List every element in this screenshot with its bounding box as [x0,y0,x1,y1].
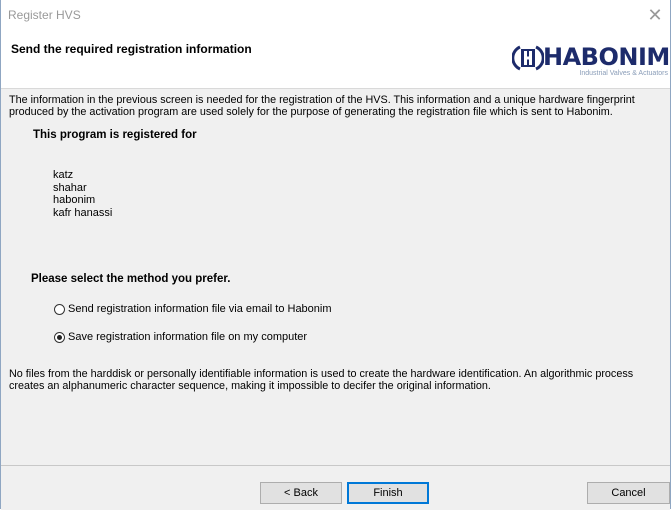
intro-text: The information in the previous screen i… [9,94,635,118]
back-button[interactable]: < Back [260,482,342,504]
method-heading: Please select the method you prefer. [31,273,231,285]
habonim-logo-icon [512,45,544,71]
wizard-footer: < Back Finish Cancel [1,465,670,510]
registered-item: katz [53,169,74,181]
wizard-content: The information in the previous screen i… [1,89,670,465]
logo-tagline: Industrial Valves & Actuators [579,70,668,77]
close-icon[interactable]: ✕ [640,0,670,30]
registered-list: katz shahar habonim kafr hanassi [53,169,112,219]
window-title: Register HVS [8,8,81,22]
habonim-logo: HABONIM Industrial Valves & Actuators [508,43,670,78]
title-bar[interactable]: Register HVS ✕ [1,0,670,30]
option-save-file[interactable]: Save registration information file on my… [54,329,307,345]
registered-item: habonim [53,194,96,206]
logo-name: HABONIM [543,43,670,71]
radio-save-file[interactable] [54,331,65,343]
registered-heading: This program is registered for [33,129,197,141]
option-send-email[interactable]: Send registration information file via e… [54,301,332,317]
radio-send-email[interactable] [54,303,65,315]
register-dialog: Register HVS ✕ Send the required registr… [0,0,671,510]
cancel-button[interactable]: Cancel [587,482,670,504]
option-send-email-label[interactable]: Send registration information file via e… [68,303,332,315]
registered-item: kafr hanassi [53,206,113,219]
privacy-note: No files from the harddisk or personally… [9,368,634,392]
page-title: Send the required registration informati… [11,42,252,56]
registered-item: shahar [53,181,87,194]
option-save-file-label[interactable]: Save registration information file on my… [68,331,307,343]
finish-button[interactable]: Finish [347,482,429,504]
wizard-header: Send the required registration informati… [1,30,670,89]
